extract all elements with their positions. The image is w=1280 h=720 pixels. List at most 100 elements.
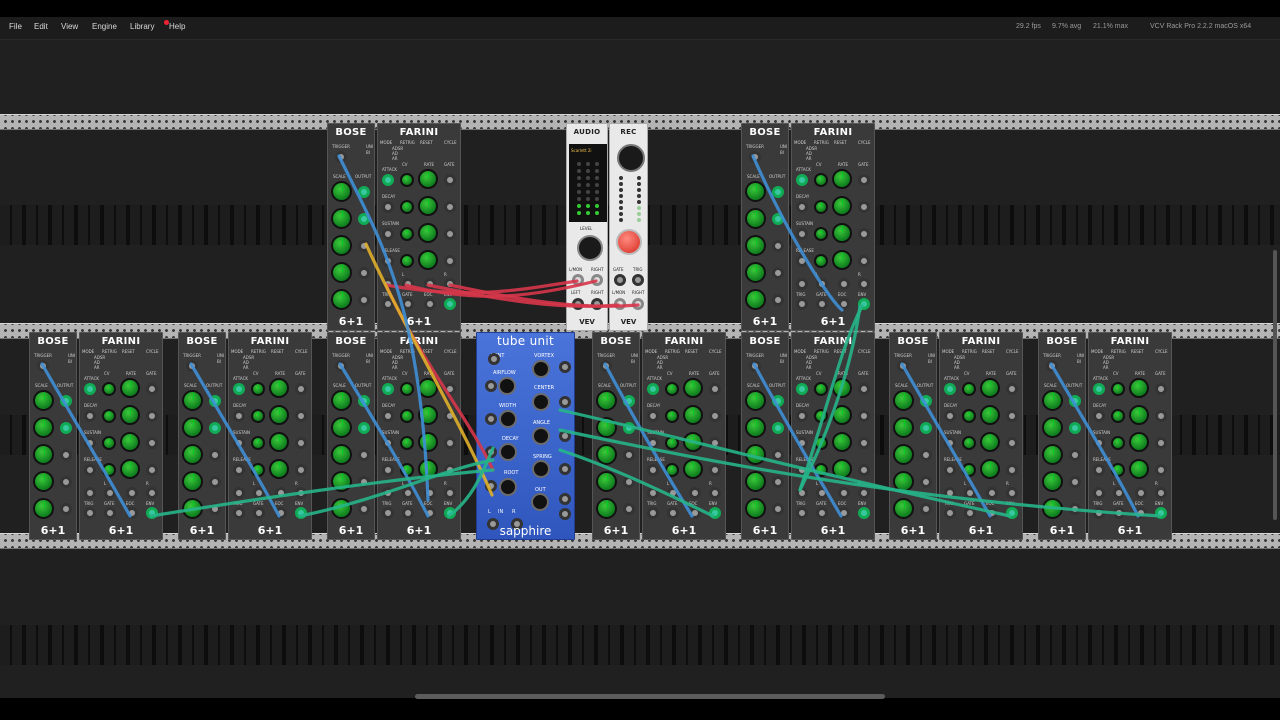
out-jack[interactable] (689, 507, 701, 519)
decay-knob[interactable] (120, 405, 140, 425)
release-out-jack[interactable] (1155, 464, 1167, 476)
scale-knob[interactable] (893, 444, 914, 465)
sustain-knob[interactable] (418, 432, 438, 452)
output-jack[interactable] (209, 503, 221, 515)
tube-unit-cv-jack[interactable] (559, 396, 571, 408)
decay-trim-knob[interactable] (400, 409, 414, 423)
in-jack[interactable] (253, 487, 265, 499)
output-jack[interactable] (1069, 422, 1081, 434)
decay-trim-knob[interactable] (400, 200, 414, 214)
bose-module[interactable]: BOSE TRIGGER UNI BI SCALE OUTPUT 6+1 (741, 332, 789, 540)
farini-module[interactable]: FARINI MODE RETRIG RESET CYCLE ADSR AD AR CV RATE… (791, 123, 875, 331)
rec-gate-jack[interactable] (614, 274, 626, 286)
scale-knob[interactable] (1042, 444, 1063, 465)
tube-unit-cv-jack[interactable] (559, 463, 571, 475)
release-trim-knob[interactable] (251, 463, 265, 477)
release-knob[interactable] (832, 459, 852, 479)
attack-trim-knob[interactable] (102, 382, 116, 396)
sustain-cv-jack[interactable] (944, 437, 956, 449)
out-jack[interactable] (253, 507, 265, 519)
scale-knob[interactable] (745, 498, 766, 519)
decay-trim-knob[interactable] (962, 409, 976, 423)
scale-knob[interactable] (745, 390, 766, 411)
scale-knob[interactable] (182, 444, 203, 465)
tube-unit-cv-jack[interactable] (559, 493, 571, 505)
tube-unit-knob[interactable] (532, 360, 550, 378)
attack-out-jack[interactable] (444, 174, 456, 186)
scale-knob[interactable] (182, 417, 203, 438)
vertical-scrollbar[interactable] (1273, 250, 1277, 520)
release-cv-jack[interactable] (84, 464, 96, 476)
decay-cv-jack[interactable] (382, 201, 394, 213)
out-jack[interactable] (796, 507, 808, 519)
output-jack[interactable] (60, 422, 72, 434)
release-trim-knob[interactable] (400, 254, 414, 268)
scale-knob[interactable] (893, 390, 914, 411)
scale-knob[interactable] (33, 498, 54, 519)
farini-module[interactable]: FARINI MODE RETRIG RESET CYCLE ADSR AD AR CV RATE… (939, 332, 1023, 540)
rec-in-right-jack[interactable] (632, 298, 644, 310)
output-jack[interactable] (358, 449, 370, 461)
decay-knob[interactable] (418, 405, 438, 425)
out-jack[interactable] (402, 507, 414, 519)
output-jack[interactable] (60, 476, 72, 488)
in-jack[interactable] (1135, 487, 1147, 499)
release-knob[interactable] (120, 459, 140, 479)
attack-cv-jack[interactable] (944, 383, 956, 395)
release-trim-knob[interactable] (1111, 463, 1125, 477)
sustain-knob[interactable] (1129, 432, 1149, 452)
attack-cv-jack[interactable] (84, 383, 96, 395)
farini-module[interactable]: FARINI MODE RETRIG RESET CYCLE ADSR AD AR CV RATE… (642, 332, 726, 540)
out-jack[interactable] (964, 507, 976, 519)
attack-out-jack[interactable] (295, 383, 307, 395)
release-knob[interactable] (418, 250, 438, 270)
attack-trim-knob[interactable] (665, 382, 679, 396)
sustain-cv-jack[interactable] (1093, 437, 1105, 449)
vent-jack[interactable] (488, 353, 500, 365)
attack-trim-knob[interactable] (1111, 382, 1125, 396)
sustain-trim-knob[interactable] (962, 436, 976, 450)
attack-trim-knob[interactable] (400, 173, 414, 187)
decay-trim-knob[interactable] (814, 200, 828, 214)
release-knob[interactable] (418, 459, 438, 479)
attack-trim-knob[interactable] (814, 173, 828, 187)
output-jack[interactable] (920, 422, 932, 434)
output-jack[interactable] (920, 503, 932, 515)
decay-knob[interactable] (269, 405, 289, 425)
decay-out-jack[interactable] (444, 410, 456, 422)
out-jack[interactable] (796, 298, 808, 310)
in-jack[interactable] (816, 487, 828, 499)
farini-module[interactable]: FARINI MODE RETRIG RESET CYCLE ADSR AD AR CV RATE… (79, 332, 163, 540)
out-jack[interactable] (146, 507, 158, 519)
output-jack[interactable] (358, 422, 370, 434)
decay-trim-knob[interactable] (251, 409, 265, 423)
release-cv-jack[interactable] (647, 464, 659, 476)
output-jack[interactable] (60, 503, 72, 515)
out-jack[interactable] (126, 507, 138, 519)
scale-knob[interactable] (331, 235, 352, 256)
scale-knob[interactable] (596, 498, 617, 519)
menu-help[interactable]: Help (169, 22, 185, 31)
decay-out-jack[interactable] (444, 201, 456, 213)
attack-cv-jack[interactable] (233, 383, 245, 395)
decay-knob[interactable] (980, 405, 1000, 425)
in-jack[interactable] (424, 487, 436, 499)
in-jack[interactable] (1113, 487, 1125, 499)
release-trim-knob[interactable] (665, 463, 679, 477)
scale-knob[interactable] (1042, 471, 1063, 492)
decay-out-jack[interactable] (146, 410, 158, 422)
decay-out-jack[interactable] (295, 410, 307, 422)
out-jack[interactable] (382, 298, 394, 310)
audio-out-left-jack[interactable] (572, 298, 584, 310)
release-trim-knob[interactable] (814, 463, 828, 477)
in-jack[interactable] (444, 487, 456, 499)
in-jack[interactable] (858, 487, 870, 499)
out-jack[interactable] (382, 507, 394, 519)
scale-knob[interactable] (1042, 417, 1063, 438)
tube-unit-cv-jack[interactable] (485, 413, 497, 425)
release-out-jack[interactable] (295, 464, 307, 476)
menu-engine[interactable]: Engine (92, 22, 117, 31)
tube-unit-knob[interactable] (531, 493, 549, 511)
output-jack[interactable] (623, 395, 635, 407)
tube-unit-cv-jack[interactable] (485, 480, 497, 492)
